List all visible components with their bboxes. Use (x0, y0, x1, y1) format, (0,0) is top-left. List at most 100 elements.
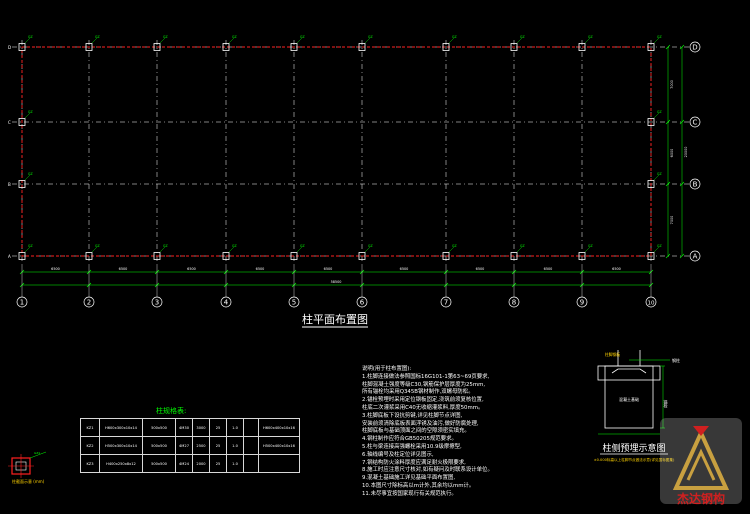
detail-title: 柱侧预埋示意图 (602, 442, 665, 454)
detail-label-box: 混凝土基础 (619, 396, 639, 402)
axis-letter-marker: B (8, 182, 11, 187)
axis-letter-bubble: C (693, 119, 698, 127)
column-tag: GZ (452, 35, 457, 39)
span-dimension: 6500 (187, 267, 196, 271)
table-cell: 25 (209, 454, 227, 473)
table-cell: 2000 (192, 454, 210, 473)
table-cell: H400x250x8x12 (99, 454, 143, 473)
bay-dimension: 7000 (670, 80, 674, 89)
svg-text:GZ1: GZ1 (34, 451, 40, 455)
table-cell: KZ1 (80, 418, 100, 437)
column-tag: GZ (520, 244, 525, 248)
table-cell: KZ3 (80, 454, 100, 473)
axis-number-bubble: 1 (20, 299, 24, 307)
column-tag: GZ (300, 244, 305, 248)
plan-title: 柱平面布置图 (302, 312, 368, 326)
detail-label-right: 锚栓 (664, 399, 669, 409)
axis-letter-marker: D (8, 45, 11, 50)
column-tag: GZ (520, 35, 525, 39)
detail-label-mid: 柱脚钢板 (605, 352, 620, 357)
table-cell: H500x300x10x14 (99, 436, 143, 455)
column-tag: GZ (95, 244, 100, 248)
column-tag: GZ (232, 35, 237, 39)
column-spec-table: KZ1 H600x300x10x14 500x500 4M30 3000 25 1.0 H60… (80, 418, 300, 473)
span-dimension: 6500 (400, 267, 409, 271)
table-cell: KZ2 (80, 436, 100, 455)
note-line: 2.锚栓预埋时采用定位钢板固定,浇筑前须复核位置, (362, 397, 484, 404)
column-tag: GZ (28, 35, 33, 39)
axis-letter-marker: C (8, 120, 11, 125)
span-dimension: 6500 (119, 267, 128, 271)
column-tag: GZ (95, 35, 100, 39)
span-dimension: 6500 (612, 267, 621, 271)
table-title: 柱规格表: (156, 407, 187, 415)
axis-number-bubble: 9 (580, 299, 584, 307)
table-cell: 3000 (192, 418, 210, 437)
axis-number-bubble: 3 (155, 299, 159, 307)
table-cell: 500x500 (142, 436, 176, 455)
table-cell: 4M24 (175, 454, 193, 473)
column-tag: GZ (657, 110, 662, 114)
column-tag: GZ (28, 172, 33, 176)
table-cell (243, 418, 259, 437)
axis-number-bubble: 10 (648, 301, 655, 307)
axis-number-bubble: 8 (512, 299, 516, 307)
axis-letter-bubble: B (693, 181, 698, 189)
table-cell: 1.0 (226, 454, 244, 473)
column-tag: GZ (232, 244, 237, 248)
column-tag: GZ (588, 35, 593, 39)
note-line: 9.混凝土基础施工详见基础平面布置图, (362, 475, 456, 482)
axis-letter-bubble: A (693, 253, 698, 261)
span-dimension: 6500 (324, 267, 333, 271)
axis-number-bubble: 4 (224, 299, 229, 307)
axis-number-bubble: 5 (292, 299, 296, 307)
table-row: KZ3 H400x250x8x12 500x500 4M24 2000 25 1.0 (80, 454, 300, 473)
column-tag: GZ (368, 244, 373, 248)
note-line: 8.施工时应注意尺寸核对,如有疑问及时联系设计单位。 (362, 467, 493, 474)
table-cell: 25 (209, 436, 227, 455)
column-tag: GZ (163, 35, 168, 39)
bay-dimension: 6000 (670, 149, 674, 158)
column-tag: GZ (452, 244, 457, 248)
note-line: 11.未尽事宜按国家现行有关规范执行。 (362, 490, 457, 497)
note-line: 6.轴线编号及柱定位详见图示, (362, 451, 434, 458)
table-cell (258, 454, 300, 473)
bay-dimension: 7000 (670, 216, 674, 225)
note-line: 5.柱与梁连接高强螺栓采用10.9级摩擦型, (362, 443, 462, 450)
column-tag: GZ (657, 244, 662, 248)
table-cell: 1.0 (226, 418, 244, 437)
note-line: 柱脚底板与基础顶面之间的空隙须密实填充。 (362, 428, 470, 435)
table-cell (243, 436, 259, 455)
span-dimension: 6500 (544, 267, 553, 271)
column-tag: GZ (28, 244, 33, 248)
column-tag: GZ (28, 110, 33, 114)
axis-letter-marker: A (8, 254, 11, 259)
column-tag: GZ (163, 244, 168, 248)
detail-label-top: 钢柱 (672, 357, 680, 363)
axis-number-bubble: 2 (87, 299, 91, 307)
table-cell: 4M30 (175, 418, 193, 437)
axis-number-bubble: 7 (444, 299, 448, 307)
watermark-text: 杰达钢构 (677, 491, 725, 506)
table-cell: 500x500 (142, 454, 176, 473)
column-tag: GZ (368, 35, 373, 39)
table-cell (243, 454, 259, 473)
table-cell: H600x400x10x16 (258, 418, 300, 437)
column-tag: GZ (588, 244, 593, 248)
table-cell: 2500 (192, 436, 210, 455)
table-cell: H600x300x10x14 (99, 418, 143, 437)
section-legend: 柱截面示意 (mm) (12, 478, 45, 484)
table-row: KZ1 H600x300x10x14 500x500 4M30 3000 25 1.0 H60… (80, 418, 300, 437)
note-line: 4.钢柱制作应符合GB50205规范要求。 (362, 436, 457, 443)
table-cell: 500x500 (142, 418, 176, 437)
table-cell: 1.0 (226, 436, 244, 455)
design-notes: 说明(用于柱布置图): 1.柱脚连接做法参照国标16G101-1第63~69页要求… (362, 366, 512, 499)
column-tag: GZ (657, 35, 662, 39)
table-cell: 25 (209, 418, 227, 437)
column-tag: GZ (657, 172, 662, 176)
note-line: 3.柱脚底板下设抗剪键,详见柱脚节点详图, (362, 412, 463, 419)
column-tag: GZ (300, 35, 305, 39)
table-cell: H500x400x10x16 (258, 436, 300, 455)
table-cell: 4M27 (175, 436, 193, 455)
note-line: 10.本图尺寸除标高以m计外,其余均以mm计。 (362, 482, 475, 489)
